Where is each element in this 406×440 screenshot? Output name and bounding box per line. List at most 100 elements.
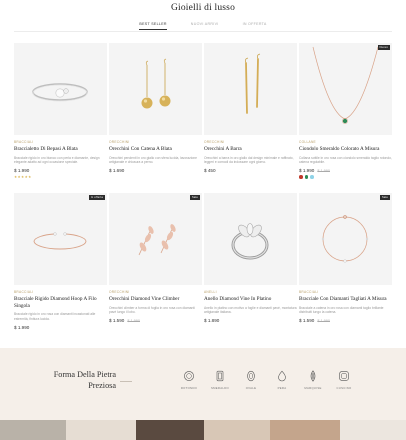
product-name[interactable]: Orecchini Con Catena A Blata (109, 146, 202, 153)
lifestyle-image-strip (0, 420, 406, 440)
product-price: $ 1.590 $ 1.990 (299, 318, 392, 323)
product-description: Collana sottile in oro rosa con ciondolo… (299, 155, 392, 165)
shape-option-cushion[interactable]: Cuscino (331, 370, 357, 390)
lifestyle-image[interactable] (340, 420, 406, 440)
product-price: $ 1.990 (14, 325, 107, 330)
lifestyle-image[interactable] (270, 420, 340, 440)
product-description: Bracciale a catena in oro rosa con diama… (299, 305, 384, 315)
product-image[interactable] (14, 43, 107, 135)
product-image[interactable]: Sale (109, 193, 202, 285)
hoop-bracelet-image (33, 232, 87, 250)
ball-drop-earrings-image (141, 58, 171, 109)
swatch-green[interactable] (304, 175, 309, 179)
product-image[interactable] (204, 43, 297, 135)
product-price: $ 1.590 $ 1.990 (109, 318, 202, 323)
shape-option-emerald[interactable]: Smeraldo (207, 370, 233, 390)
price-current: $ 1.990 (14, 324, 30, 330)
product-image[interactable]: Nuovo (299, 43, 392, 135)
product-badge: Nuovo (377, 45, 390, 50)
product-name[interactable]: Ciondolo Smeraldo Colorato A Misura (299, 146, 392, 153)
product-category: Bracciali (299, 290, 319, 294)
product-card[interactable]: Nuovo Collane Ciondolo Smeraldo Colorato… (299, 43, 392, 179)
emerald-cut-icon (216, 370, 224, 382)
product-description: Anello in platino con motivo a foglie e … (204, 305, 297, 315)
platinum-ring-image (231, 223, 269, 260)
product-image[interactable] (109, 43, 202, 135)
product-name[interactable]: Braccialetto Di Bepasi A Blata (14, 146, 107, 153)
product-card[interactable]: Sale Bracciali Bracciale Con Diamanti Ta… (299, 193, 392, 323)
tab-best-seller[interactable]: Best seller (139, 22, 167, 30)
product-name[interactable]: Bracciale Con Diamanti Tagliati A Misura (299, 296, 392, 303)
section-divider (120, 381, 132, 382)
chain-bracelet-image (321, 215, 369, 263)
product-image[interactable] (204, 193, 297, 285)
product-name[interactable]: Orecchini Diamond Vine Climber (109, 296, 202, 303)
product-category: Bracciali (14, 140, 34, 144)
price-current: $ 1.590 (299, 318, 315, 324)
shape-option-marquise[interactable]: Marquise (300, 370, 326, 390)
shape-label: Rotondo (180, 386, 198, 390)
product-description: Orecchini climber a forma di foglia in o… (109, 305, 195, 315)
product-description: Orecchini a barra in oro giallo dal desi… (204, 155, 294, 165)
price-old: $ 1.990 (317, 169, 330, 174)
product-name[interactable]: Orecchini A Barra (204, 146, 297, 153)
bar-earrings-image (244, 53, 261, 114)
lifestyle-image[interactable] (0, 420, 66, 440)
shape-option-pear[interactable]: Pera (269, 370, 295, 390)
leaf-climber-earrings-image (138, 224, 176, 256)
product-price: $ 450 (204, 168, 297, 173)
round-cut-icon (184, 371, 194, 381)
shape-label: Pera (277, 386, 287, 390)
product-card[interactable]: Orecchini Orecchini A Barra Orecchini a … (204, 43, 297, 173)
product-category: Orecchini (109, 140, 130, 144)
product-category: Anelli (204, 290, 217, 294)
bangle-bracelet-image (32, 83, 88, 102)
pear-cut-icon (278, 370, 286, 382)
product-badge: Sale (380, 195, 390, 200)
product-card[interactable]: Sale Orecchini Orecchini Diamond Vine Cl… (109, 193, 202, 323)
product-name[interactable]: Bracciale Rigido Diamond Hoop A Filo Sin… (14, 296, 107, 309)
shape-label: Smeraldo (210, 386, 230, 390)
lifestyle-image[interactable] (66, 420, 136, 440)
page-title: Gioielli di lusso (170, 3, 236, 13)
shape-option-oval[interactable]: Ovale (238, 370, 264, 390)
shape-label: Cuscino (336, 386, 352, 390)
product-price: $ 1.690 (109, 168, 202, 173)
product-price: $ 1.890 (204, 318, 297, 323)
oval-cut-icon (247, 370, 255, 382)
product-name[interactable]: Anello Diamond Vine In Platino (204, 296, 297, 303)
shape-option-round[interactable]: Rotondo (176, 370, 202, 390)
product-price: $ 1.990 (14, 168, 107, 173)
shape-label: Ovale (245, 386, 257, 390)
product-badge: Sale (190, 195, 200, 200)
product-badge: In offerta (88, 195, 105, 200)
product-category: Orecchini (109, 290, 130, 294)
swatch-red[interactable] (299, 175, 303, 179)
price-current: $ 450 (204, 168, 216, 174)
color-swatches (299, 175, 392, 179)
lifestyle-image[interactable] (136, 420, 204, 440)
price-current: $ 1.690 (109, 168, 125, 174)
product-image[interactable]: In offerta (14, 193, 107, 285)
price-old: $ 1.990 (127, 319, 140, 324)
product-card[interactable]: Anelli Anello Diamond Vine In Platino An… (204, 193, 297, 323)
price-current: $ 1.990 (299, 168, 315, 174)
product-category: Bracciali (14, 290, 34, 294)
product-description: Bracciale rigido in oro rosa con diamant… (14, 312, 96, 321)
product-image[interactable]: Sale (299, 193, 392, 285)
rating-stars: ★★★★★ (14, 175, 32, 180)
price-current: $ 1.990 (14, 168, 30, 174)
swatch-blue[interactable] (310, 175, 314, 179)
section-title: Forma Della Pietra Preziosa (53, 370, 116, 390)
product-card[interactable]: Bracciali Braccialetto Di Bepasi A Blata… (14, 43, 107, 179)
tab-new-arrivals[interactable]: Nuovi arrivi (191, 22, 219, 30)
price-current: $ 1.890 (204, 318, 220, 324)
collection-tabs: Best seller Nuovi arrivi In offerta (0, 22, 406, 30)
lifestyle-image[interactable] (204, 420, 270, 440)
stone-shape-section: Forma Della Pietra Preziosa Rotondo Smer… (0, 348, 406, 420)
tab-on-sale[interactable]: In offerta (243, 22, 267, 30)
product-card[interactable]: In offerta Bracciali Bracciale Rigido Di… (14, 193, 107, 330)
product-card[interactable]: Orecchini Orecchini Con Catena A Blata O… (109, 43, 202, 173)
cushion-cut-icon (339, 371, 349, 381)
product-category: Collane (299, 140, 316, 144)
